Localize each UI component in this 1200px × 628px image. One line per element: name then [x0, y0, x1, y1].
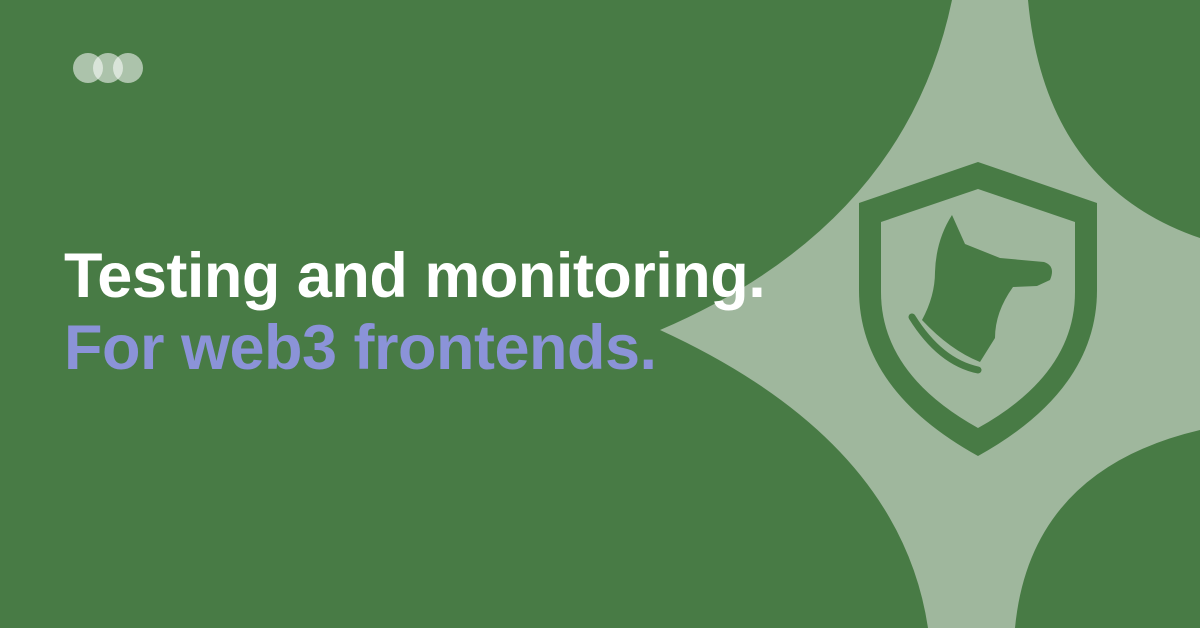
headline-line-1: Testing and monitoring.: [64, 241, 766, 311]
banner: Testing and monitoring. For web3 fronten…: [0, 0, 1200, 628]
headline-line-2: For web3 frontends.: [64, 313, 657, 383]
headline: Testing and monitoring. For web3 fronten…: [64, 240, 766, 384]
